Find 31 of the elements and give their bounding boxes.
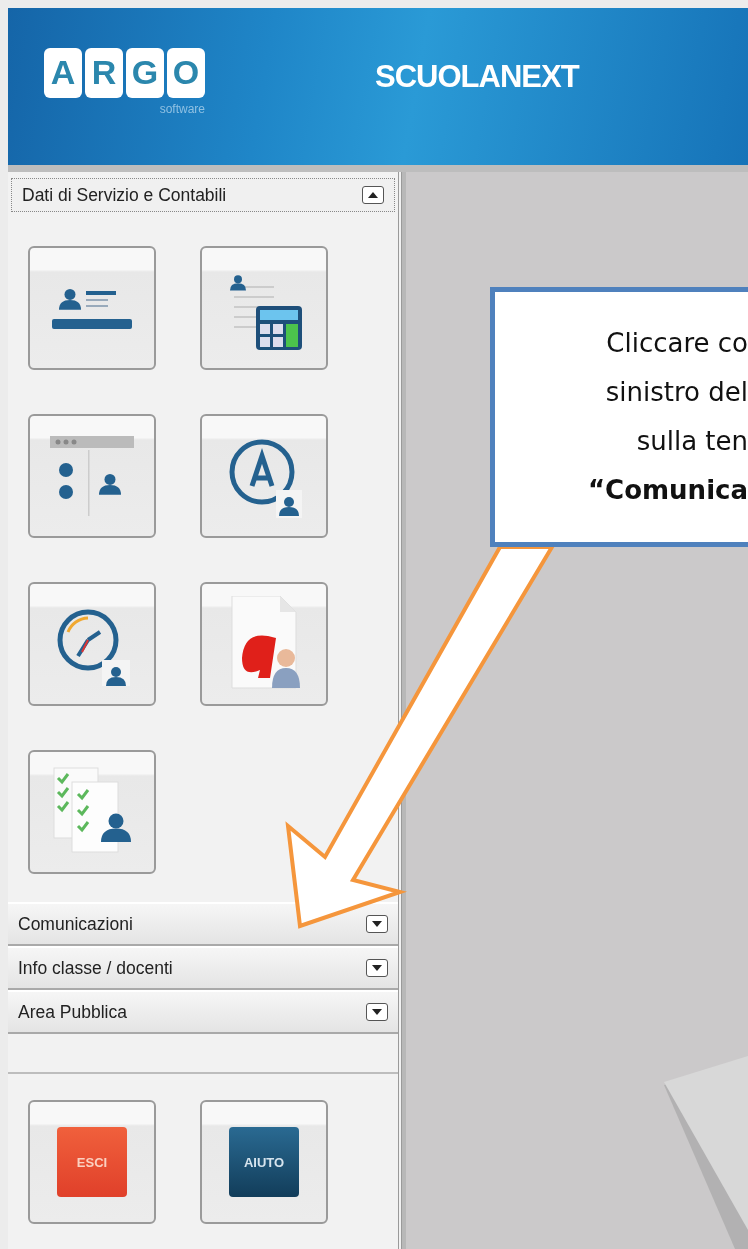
tile-button[interactable] <box>28 246 156 370</box>
logo-letter: O <box>167 47 205 98</box>
section-header[interactable]: Comunicazioni <box>8 902 398 946</box>
callout-text: Cliccare co <box>606 327 748 360</box>
help-button[interactable]: AIUTO <box>200 1100 328 1224</box>
callout-text: “Comunica <box>588 474 748 507</box>
expand-icon[interactable] <box>366 1003 388 1021</box>
logo-letter: R <box>85 47 123 98</box>
section-header[interactable]: Area Pubblica <box>8 990 398 1034</box>
logo-letter: A <box>44 47 82 98</box>
section-header[interactable]: Info classe / docenti <box>8 946 398 990</box>
tile-button[interactable] <box>200 246 328 370</box>
collapse-icon[interactable] <box>362 186 384 204</box>
expand-icon[interactable] <box>366 959 388 977</box>
tile-button[interactable] <box>200 414 328 538</box>
tile-button[interactable] <box>28 582 156 706</box>
section-title: Info classe / docenti <box>18 957 173 979</box>
section-title: Area Pubblica <box>18 1001 127 1023</box>
callout-text: sulla ten <box>636 425 748 458</box>
section-title: Comunicazioni <box>18 913 133 935</box>
tile-button[interactable] <box>28 750 156 874</box>
callout-text: sinistro del <box>605 376 748 409</box>
people-list-icon <box>50 436 134 516</box>
logo-letter: G <box>126 47 164 98</box>
section-header[interactable]: Dati di Servizio e Contabili <box>11 178 395 212</box>
tile-button[interactable] <box>200 582 328 706</box>
tile-button[interactable] <box>28 414 156 538</box>
app-name: SCUOLANEXT <box>375 58 579 95</box>
section-title: Dati di Servizio e Contabili <box>22 184 227 206</box>
expand-icon[interactable] <box>366 915 388 933</box>
logo-subtitle: software <box>159 101 205 116</box>
